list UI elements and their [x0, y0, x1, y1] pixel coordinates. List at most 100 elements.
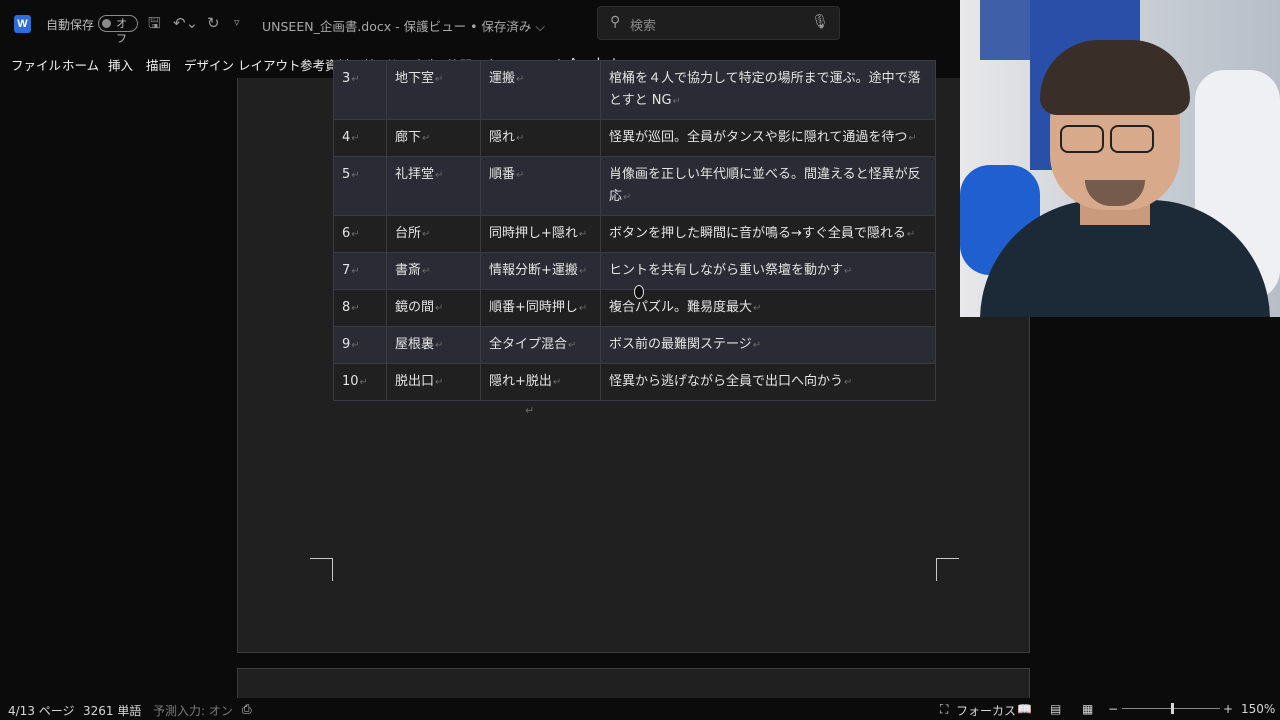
microphone-icon[interactable]: 🎙 [811, 14, 829, 30]
customize-icon[interactable]: ▿ [234, 14, 240, 32]
word-app-icon: W [14, 15, 31, 33]
zoom-in-button[interactable]: + [1223, 702, 1233, 716]
autosave-toggle[interactable]: オフ [98, 15, 138, 45]
stage-table[interactable]: 3↵ 地下室↵ 運搬↵ 棺桶を４人で協力して特定の場所まで運ぶ。途中で落とすと NG↵… [333, 60, 936, 401]
row-description[interactable]: ボタンを押した瞬間に音が鳴る→すぐ全員で隠れる↵ [600, 215, 936, 253]
row-description[interactable]: 棺桶を４人で協力して特定の場所まで運ぶ。途中で落とすと NG↵ [600, 60, 936, 120]
cell-end-mark: ↵ [516, 74, 525, 85]
word-count[interactable]: 3261 単語 [83, 702, 141, 719]
cell-end-mark: ↵ [906, 229, 916, 240]
row-number-text: 8 [342, 300, 351, 315]
cell-end-mark: ↵ [351, 266, 360, 277]
focus-mode[interactable]: フォーカス [956, 702, 1016, 719]
table-row[interactable]: 3↵ 地下室↵ 運搬↵ 棺桶を４人で協力して特定の場所まで運ぶ。途中で落とすと NG↵ [333, 60, 936, 120]
table-row[interactable]: 9↵ 屋根裏↵ 全タイプ混合↵ ボス前の最難関ステージ↵ [333, 326, 936, 364]
cell-end-mark: ↵ [435, 74, 444, 85]
table-row[interactable]: 10↵ 脱出口↵ 隠れ+脱出↵ 怪異から逃げながら全員で出口へ向かう↵ [333, 363, 936, 401]
table-row[interactable]: 6↵ 台所↵ 同時押し+隠れ↵ ボタンを押した瞬間に音が鳴る→すぐ全員で隠れる↵ [333, 215, 936, 253]
redo-icon[interactable]: ↻ [207, 14, 220, 32]
row-number[interactable]: 7↵ [333, 252, 387, 290]
row-description-text: 棺桶を４人で協力して特定の場所まで運ぶ。途中で落とすと NG [609, 71, 921, 108]
row-type[interactable]: 全タイプ混合↵ [480, 326, 601, 364]
crop-mark-right [936, 558, 959, 581]
cell-end-mark: ↵ [516, 170, 525, 181]
tab-file[interactable]: ファイル [11, 55, 61, 74]
row-description[interactable]: 怪異から逃げながら全員で出口へ向かう↵ [600, 363, 936, 401]
row-number[interactable]: 10↵ [333, 363, 387, 401]
row-type[interactable]: 隠れ↵ [480, 119, 601, 157]
row-place[interactable]: 書斎↵ [386, 252, 481, 290]
title-bar: W 自動保存 オフ 🖫 ↶⌄ ↻ ▿ UNSEEN_企画書.docx - 保護ビ… [0, 0, 960, 48]
row-number[interactable]: 3↵ [333, 60, 387, 120]
page-count[interactable]: 4/13 ページ [8, 702, 75, 719]
row-type[interactable]: 隠れ+脱出↵ [480, 363, 601, 401]
cell-end-mark: ↵ [623, 192, 632, 203]
status-bar: 4/13 ページ 3261 単語 予測入力: オン ⎙ ⛶ フォーカス 📖 ▤ … [0, 698, 1280, 720]
table-row[interactable]: 4↵ 廊下↵ 隠れ↵ 怪異が巡回。全員がタンスや影に隠れて通過を待つ↵ [333, 119, 936, 157]
row-number[interactable]: 6↵ [333, 215, 387, 253]
row-place-text: 書斎 [395, 263, 422, 278]
zoom-level[interactable]: 150% [1241, 702, 1275, 716]
cell-end-mark: ↵ [844, 266, 853, 277]
row-place[interactable]: 台所↵ [386, 215, 481, 253]
row-number-text: 6 [342, 226, 351, 241]
web-layout-icon[interactable]: ▦ [1082, 702, 1093, 716]
row-number-text: 7 [342, 263, 351, 278]
row-description-text: ボタンを押した瞬間に音が鳴る→すぐ全員で隠れる [609, 226, 906, 241]
row-description-text: ボス前の最難関ステージ [609, 337, 752, 352]
search-box[interactable]: ⚲ 検索 🎙 [597, 6, 840, 40]
row-type-text: 運搬 [489, 71, 516, 86]
autosave-label: 自動保存 [46, 18, 95, 32]
row-place[interactable]: 脱出口↵ [386, 363, 481, 401]
row-place-text: 脱出口 [395, 374, 435, 389]
focus-icon[interactable]: ⛶ [940, 702, 948, 717]
cell-end-mark: ↵ [422, 133, 431, 144]
row-description[interactable]: 肖像画を正しい年代順に並べる。間違えると怪異が反応↵ [600, 156, 936, 216]
text-predictions[interactable]: 予測入力: オン [153, 702, 233, 719]
document-title[interactable]: UNSEEN_企画書.docx - 保護ビュー • 保存済み ⌵ [262, 16, 545, 35]
tab-insert[interactable]: 挿入 [108, 55, 133, 74]
row-number[interactable]: 4↵ [333, 119, 387, 157]
cell-end-mark: ↵ [351, 74, 360, 85]
search-icon: ⚲ [610, 14, 621, 30]
row-place[interactable]: 屋根裏↵ [386, 326, 481, 364]
row-description[interactable]: 複合パズル。難易度最大↵ [600, 289, 936, 327]
row-number-text: 5 [342, 167, 351, 182]
row-type[interactable]: 情報分断+運搬↵ [480, 252, 601, 290]
read-mode-icon[interactable]: 📖 [1017, 702, 1032, 716]
row-number[interactable]: 9↵ [333, 326, 387, 364]
row-description[interactable]: ヒントを共有しながら重い祭壇を動かす↵ [600, 252, 936, 290]
row-type[interactable]: 同時押し+隠れ↵ [480, 215, 601, 253]
row-number-text: 10 [342, 374, 359, 389]
row-number[interactable]: 8↵ [333, 289, 387, 327]
row-description[interactable]: ボス前の最難関ステージ↵ [600, 326, 936, 364]
row-place[interactable]: 廊下↵ [386, 119, 481, 157]
tab-layout[interactable]: レイアウト [238, 55, 301, 74]
zoom-out-button[interactable]: − [1108, 702, 1118, 716]
row-place[interactable]: 礼拝堂↵ [386, 156, 481, 216]
row-description[interactable]: 怪異が巡回。全員がタンスや影に隠れて通過を待つ↵ [600, 119, 936, 157]
row-place[interactable]: 地下室↵ [386, 60, 481, 120]
print-layout-icon[interactable]: ▤ [1050, 702, 1061, 716]
tab-home[interactable]: ホーム [62, 55, 99, 74]
row-type-text: 隠れ [489, 130, 516, 145]
row-number[interactable]: 5↵ [333, 156, 387, 216]
table-row[interactable]: 5↵ 礼拝堂↵ 順番↵ 肖像画を正しい年代順に並べる。間違えると怪異が反応↵ [333, 156, 936, 216]
cell-end-mark: ↵ [752, 340, 762, 351]
tab-design[interactable]: デザイン [184, 55, 234, 74]
row-type-text: 順番 [489, 167, 516, 182]
undo-icon[interactable]: ↶⌄ [173, 14, 198, 32]
zoom-slider-thumb[interactable] [1171, 703, 1174, 714]
row-type[interactable]: 順番+同時押し↵ [480, 289, 601, 327]
table-row[interactable]: 7↵ 書斎↵ 情報分断+運搬↵ ヒントを共有しながら重い祭壇を動かす↵ [333, 252, 936, 290]
row-type[interactable]: 順番↵ [480, 156, 601, 216]
save-icon[interactable]: 🖫 [148, 14, 161, 32]
cell-end-mark: ↵ [753, 303, 762, 314]
tab-draw[interactable]: 描画 [146, 55, 171, 74]
row-description-text: 怪異が巡回。全員がタンスや影に隠れて通過を待つ [609, 130, 908, 145]
paragraph-mark: ↵ [525, 404, 535, 417]
row-type[interactable]: 運搬↵ [480, 60, 601, 120]
accessibility-icon[interactable]: ⎙ [242, 702, 252, 717]
row-place-text: 台所 [395, 226, 422, 241]
row-place[interactable]: 鏡の間↵ [386, 289, 481, 327]
